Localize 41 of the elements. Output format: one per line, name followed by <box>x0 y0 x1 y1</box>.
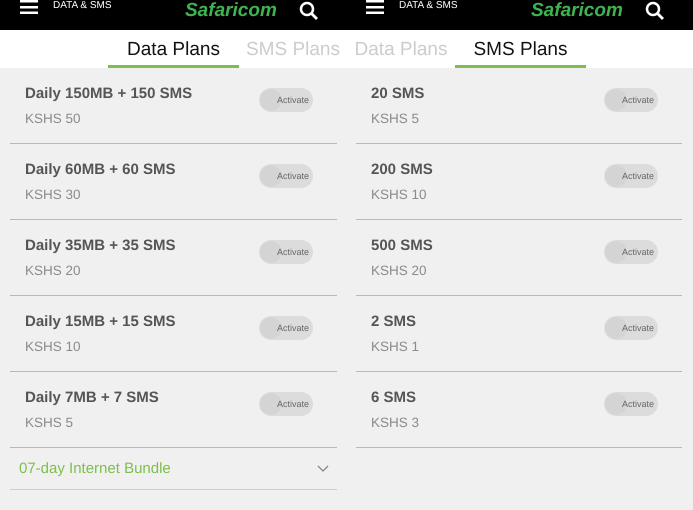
activate-toggle[interactable]: Activate <box>604 240 658 264</box>
plan-name: Daily 35MB + 35 SMS <box>25 237 176 254</box>
chevron-down-icon <box>317 464 329 472</box>
brand-logo: Safaricom <box>531 0 623 22</box>
activate-toggle[interactable]: Activate <box>259 392 313 416</box>
activate-toggle[interactable]: Activate <box>604 392 658 416</box>
header-title: DATA & SMS <box>399 0 459 12</box>
plan-price: KSHS 50 <box>25 111 82 126</box>
plan-name: 20 SMS <box>371 85 424 102</box>
plan-price: KSHS 3 <box>371 415 420 430</box>
activate-toggle[interactable]: Activate <box>604 164 658 188</box>
activate-toggle[interactable]: Activate <box>259 88 313 112</box>
plan-price: KSHS 1 <box>371 339 420 354</box>
plan-price: KSHS 30 <box>25 187 82 202</box>
plan-price: KSHS 5 <box>371 111 420 126</box>
tab[interactable]: SMS Plans <box>455 30 586 68</box>
menu-icon[interactable] <box>20 0 38 14</box>
plan-price: KSHS 10 <box>371 187 428 202</box>
activate-toggle[interactable]: Activate <box>259 240 313 264</box>
plan-name: Daily 150MB + 150 SMS <box>25 85 192 102</box>
brand-logo: Safaricom <box>185 0 277 22</box>
plan-name: Daily 7MB + 7 SMS <box>25 389 159 406</box>
plan-price: KSHS 20 <box>25 263 82 278</box>
activate-toggle[interactable]: Activate <box>259 316 313 340</box>
activate-toggle[interactable]: Activate <box>604 316 658 340</box>
plan-name: Daily 15MB + 15 SMS <box>25 313 176 330</box>
plan-price: KSHS 20 <box>371 263 428 278</box>
plan-price: KSHS 5 <box>25 415 74 430</box>
plan-name: 2 SMS <box>371 313 418 330</box>
plan-name: 200 SMS <box>371 161 433 178</box>
plan-name: 6 SMS <box>371 389 418 406</box>
menu-icon[interactable] <box>366 0 384 14</box>
tab[interactable]: Data Plans <box>108 30 239 68</box>
plan-name: Daily 60MB + 60 SMS <box>25 161 176 178</box>
plan-name: 500 SMS <box>371 237 433 254</box>
activate-toggle[interactable]: Activate <box>604 88 658 112</box>
header-title: DATA & SMS <box>53 0 113 12</box>
activate-toggle[interactable]: Activate <box>259 164 313 188</box>
plan-price: KSHS 10 <box>25 339 82 354</box>
search-icon[interactable] <box>644 1 665 21</box>
search-icon[interactable] <box>298 1 319 21</box>
